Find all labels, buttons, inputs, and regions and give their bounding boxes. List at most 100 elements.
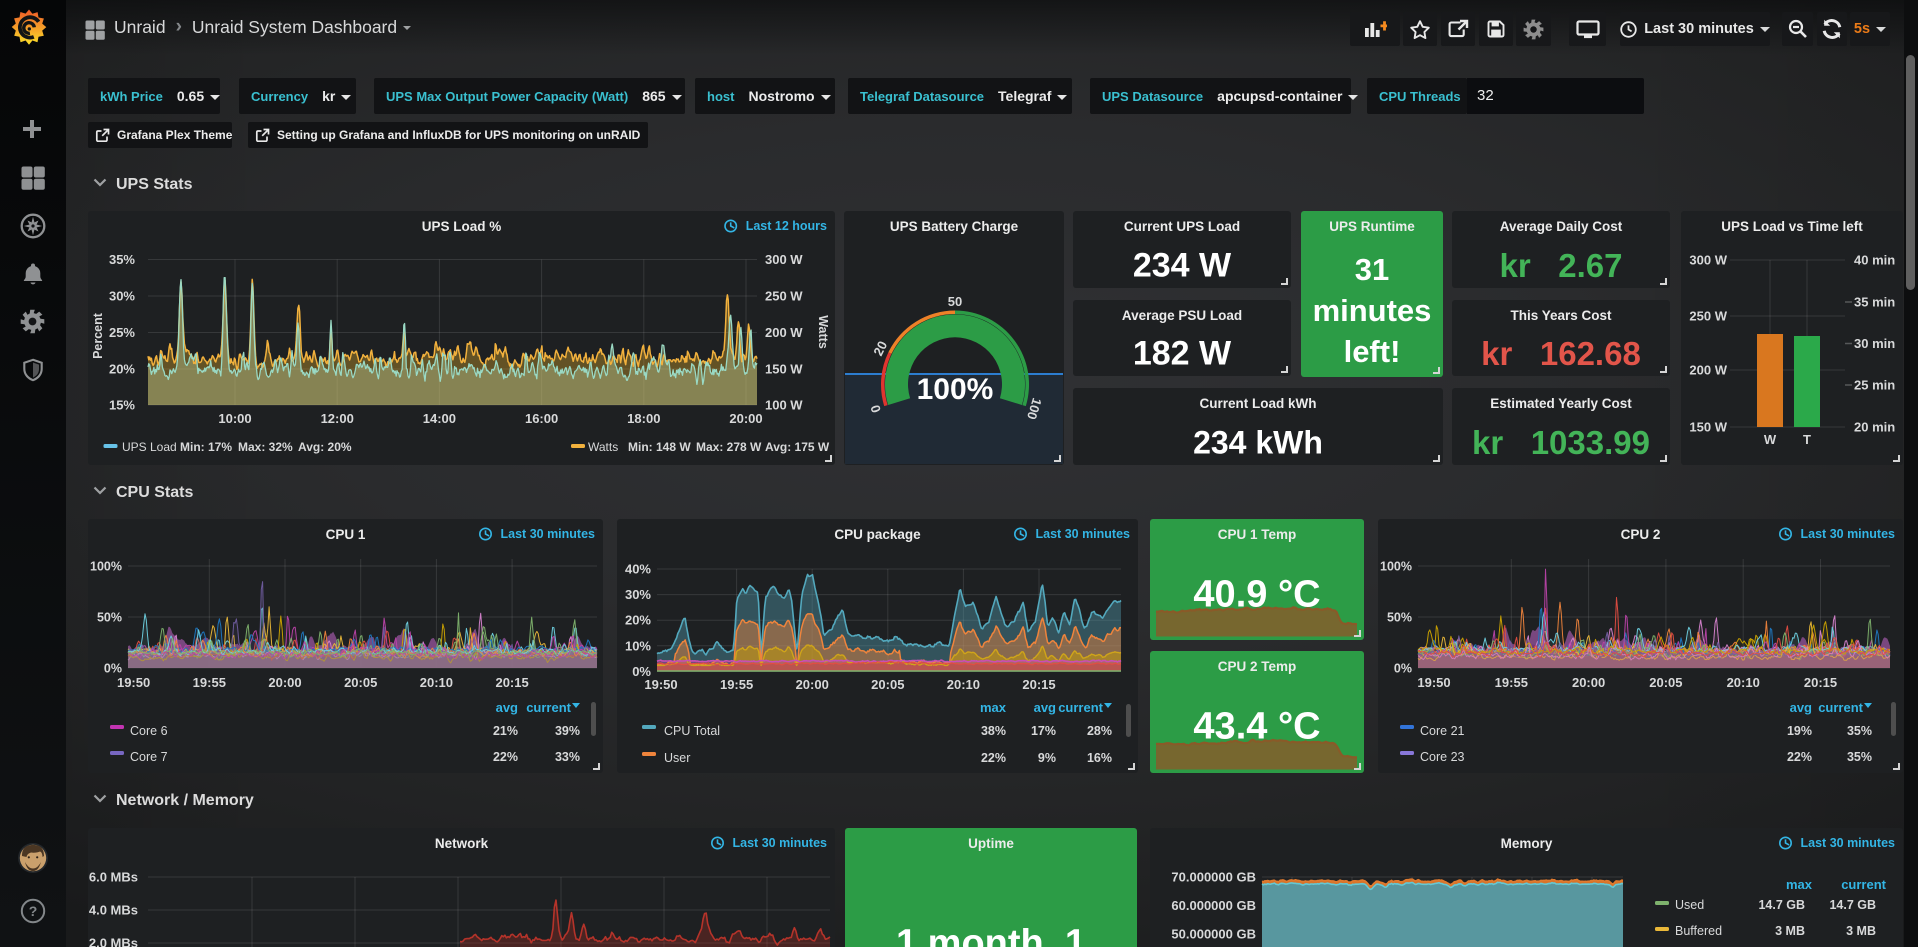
svg-text:Core 6: Core 6	[130, 724, 168, 738]
svg-text:?: ?	[29, 903, 38, 919]
svg-text:Core 21: Core 21	[1420, 724, 1465, 738]
svg-text:40%: 40%	[625, 562, 651, 577]
svg-text:40 min: 40 min	[1854, 253, 1895, 268]
svg-text:CPU Total: CPU Total	[664, 724, 720, 738]
svg-text:50.000000 GB: 50.000000 GB	[1171, 927, 1256, 942]
svg-text:Buffered: Buffered	[1675, 924, 1722, 938]
svg-text:max: max	[1786, 877, 1813, 892]
svg-text:0%: 0%	[1394, 662, 1412, 676]
svg-text:50: 50	[948, 294, 962, 309]
svg-text:25 min: 25 min	[1854, 378, 1895, 393]
svg-text:17%: 17%	[1031, 724, 1056, 738]
svg-text:6.0 MBs: 6.0 MBs	[89, 870, 138, 885]
svg-text:10%: 10%	[625, 638, 651, 653]
svg-text:35%: 35%	[1847, 724, 1872, 738]
svg-text:100%: 100%	[90, 560, 122, 574]
svg-text:20:05: 20:05	[344, 675, 377, 690]
svg-text:Last 30 minutes: Last 30 minutes	[1036, 527, 1131, 541]
svg-text:50%: 50%	[1387, 611, 1412, 625]
svg-text:22%: 22%	[1787, 750, 1812, 764]
svg-text:150 W: 150 W	[765, 362, 803, 377]
svg-text:38%: 38%	[981, 724, 1006, 738]
svg-text:150 W: 150 W	[1689, 420, 1727, 435]
svg-text:Percent: Percent	[91, 312, 105, 359]
svg-text:W: W	[1764, 432, 1777, 447]
svg-text:300 W: 300 W	[765, 252, 803, 267]
svg-text:22%: 22%	[493, 750, 518, 764]
svg-text:current: current	[526, 700, 571, 715]
svg-text:Core 7: Core 7	[130, 750, 168, 764]
svg-text:current: current	[1841, 877, 1886, 892]
svg-text:14.7 GB: 14.7 GB	[1829, 898, 1876, 912]
svg-text:UPS Load: UPS Load	[122, 440, 177, 454]
svg-text:current: current	[1058, 700, 1103, 715]
svg-text:60.000000 GB: 60.000000 GB	[1171, 898, 1256, 913]
svg-text:35%: 35%	[109, 252, 135, 267]
svg-text:20:15: 20:15	[495, 675, 528, 690]
svg-text:20:00: 20:00	[729, 411, 762, 426]
svg-text:Watts: Watts	[588, 440, 618, 454]
svg-text:22%: 22%	[981, 751, 1006, 765]
svg-text:100 W: 100 W	[765, 398, 803, 413]
svg-text:20%: 20%	[625, 613, 651, 628]
svg-text:19:55: 19:55	[1495, 675, 1528, 690]
svg-text:19:50: 19:50	[117, 675, 150, 690]
svg-text:39%: 39%	[555, 724, 580, 738]
svg-text:19:50: 19:50	[644, 677, 677, 692]
svg-text:20:10: 20:10	[420, 675, 453, 690]
svg-text:0%: 0%	[104, 662, 122, 676]
svg-text:Last 30 minutes: Last 30 minutes	[1801, 836, 1896, 850]
svg-text:19:50: 19:50	[1417, 675, 1450, 690]
svg-text:300 W: 300 W	[1689, 253, 1727, 268]
svg-text:14:00: 14:00	[423, 411, 456, 426]
svg-text:35%: 35%	[1847, 750, 1872, 764]
svg-text:3 MB: 3 MB	[1775, 924, 1805, 938]
svg-text:Min: 148 W: Min: 148 W	[628, 440, 691, 454]
svg-text:250 W: 250 W	[1689, 309, 1727, 324]
svg-text:Watts: Watts	[816, 315, 830, 349]
svg-text:avg: avg	[496, 700, 518, 715]
svg-text:4.0 MBs: 4.0 MBs	[89, 903, 138, 918]
svg-text:Last 30 minutes: Last 30 minutes	[501, 527, 596, 541]
svg-text:16:00: 16:00	[525, 411, 558, 426]
svg-text:20:00: 20:00	[1572, 675, 1605, 690]
svg-text:current: current	[1818, 700, 1863, 715]
svg-text:2.0 MBs: 2.0 MBs	[89, 936, 138, 947]
svg-text:Last 30 minutes: Last 30 minutes	[1801, 527, 1896, 541]
svg-text:200 W: 200 W	[765, 325, 803, 340]
svg-text:18:00: 18:00	[627, 411, 660, 426]
svg-text:Max: 32%: Max: 32%	[238, 440, 293, 454]
svg-text:30%: 30%	[109, 289, 135, 304]
svg-text:Last 30 minutes: Last 30 minutes	[733, 836, 828, 850]
svg-text:20:10: 20:10	[1727, 675, 1760, 690]
svg-text:20:15: 20:15	[1804, 675, 1837, 690]
svg-text:200 W: 200 W	[1689, 363, 1727, 378]
svg-text:20:05: 20:05	[871, 677, 904, 692]
svg-text:19:55: 19:55	[720, 677, 753, 692]
svg-text:Core 23: Core 23	[1420, 750, 1465, 764]
svg-text:15%: 15%	[109, 398, 135, 413]
svg-text:100%: 100%	[917, 373, 994, 406]
svg-text:avg: avg	[1790, 700, 1812, 715]
svg-text:21%: 21%	[493, 724, 518, 738]
svg-text:16%: 16%	[1087, 751, 1112, 765]
svg-text:12:00: 12:00	[321, 411, 354, 426]
svg-text:3 MB: 3 MB	[1846, 924, 1876, 938]
svg-text:19:55: 19:55	[193, 675, 226, 690]
svg-text:20:00: 20:00	[268, 675, 301, 690]
svg-text:33%: 33%	[555, 750, 580, 764]
svg-text:avg: avg	[1034, 700, 1056, 715]
svg-text:50%: 50%	[97, 611, 122, 625]
svg-text:30%: 30%	[625, 587, 651, 602]
svg-text:Avg: 20%: Avg: 20%	[298, 440, 352, 454]
svg-text:19%: 19%	[1787, 724, 1812, 738]
svg-text:25%: 25%	[109, 325, 135, 340]
svg-text:70.000000 GB: 70.000000 GB	[1171, 870, 1256, 885]
svg-text:Avg: 175 W: Avg: 175 W	[765, 440, 830, 454]
svg-text:250 W: 250 W	[765, 289, 803, 304]
svg-text:20:15: 20:15	[1022, 677, 1055, 692]
svg-text:20:10: 20:10	[947, 677, 980, 692]
svg-text:Last 12 hours: Last 12 hours	[746, 219, 827, 233]
svg-text:max: max	[980, 700, 1007, 715]
svg-text:Min: 17%: Min: 17%	[180, 440, 232, 454]
